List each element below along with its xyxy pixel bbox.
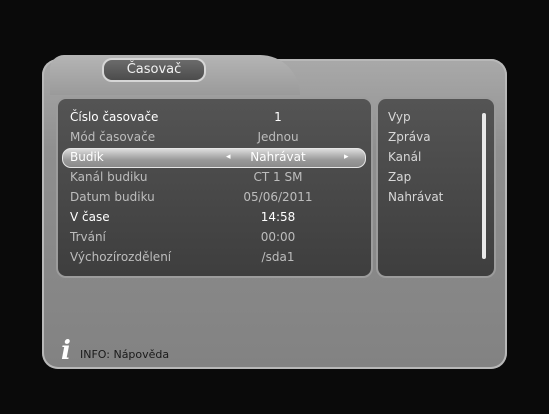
- chevron-right-icon[interactable]: ▸: [344, 147, 349, 167]
- row-label: Trvání: [70, 230, 106, 244]
- row-label: Výchozírozdělení: [70, 250, 172, 264]
- row-label: Budik: [70, 150, 104, 164]
- row-alarm[interactable]: Budik ◂ Nahrávat ▸: [58, 147, 371, 168]
- row-value: /sda1: [261, 250, 295, 264]
- row-value: 1: [274, 110, 282, 124]
- row-label: V čase: [70, 210, 110, 224]
- row-timer-number[interactable]: Číslo časovače 1: [58, 107, 371, 127]
- window-title: Časovač: [102, 58, 206, 82]
- row-value: Nahrávat: [250, 150, 306, 164]
- timer-form: Číslo časovače 1 Mód časovače Jednou Bud…: [56, 97, 373, 278]
- row-alarm-channel[interactable]: Kanál budiku CT 1 SM: [58, 167, 371, 187]
- list-item[interactable]: Nahrávat: [388, 187, 443, 207]
- row-alarm-date[interactable]: Datum budiku 05/06/2011: [58, 187, 371, 207]
- row-label: Číslo časovače: [70, 110, 159, 124]
- info-hint: INFO: Nápověda: [80, 348, 170, 361]
- row-time[interactable]: V čase 14:58: [58, 207, 371, 227]
- row-duration[interactable]: Trvání 00:00: [58, 227, 371, 247]
- row-label: Mód časovače: [70, 130, 156, 144]
- row-value: 14:58: [260, 210, 296, 224]
- row-timer-mode[interactable]: Mód časovače Jednou: [58, 127, 371, 147]
- row-value: 00:00: [260, 230, 296, 244]
- row-label: Datum budiku: [70, 190, 155, 204]
- row-default-partition[interactable]: Výchozírozdělení /sda1: [58, 247, 371, 267]
- list-item[interactable]: Zpráva: [388, 127, 431, 147]
- info-icon: i: [61, 336, 71, 366]
- info-bar: i INFO: Nápověda: [56, 336, 496, 366]
- list-item[interactable]: Zap: [388, 167, 411, 187]
- row-value: Jednou: [257, 130, 299, 144]
- list-item[interactable]: Vyp: [388, 107, 411, 127]
- scrollbar[interactable]: [482, 113, 486, 259]
- row-label: Kanál budiku: [70, 170, 148, 184]
- options-list: Vyp Zpráva Kanál Zap Nahrávat: [376, 97, 496, 278]
- row-value: 05/06/2011: [243, 190, 313, 204]
- list-item[interactable]: Kanál: [388, 147, 421, 167]
- row-value: CT 1 SM: [253, 170, 303, 184]
